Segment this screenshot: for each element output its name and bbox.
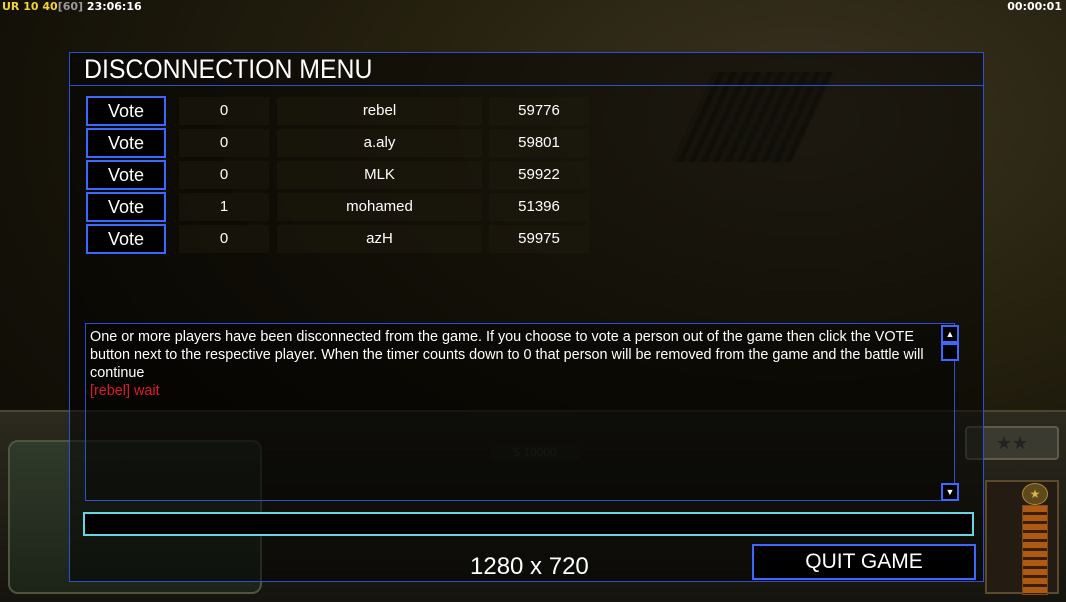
status-prefix: UR bbox=[2, 0, 20, 13]
message-log[interactable]: One or more players have been disconnect… bbox=[85, 323, 955, 501]
scroll-down-icon[interactable]: ▼ bbox=[941, 483, 959, 501]
quit-game-button[interactable]: QUIT GAME bbox=[752, 544, 976, 580]
status-bar-left: UR 10 40[60] 23:06:16 bbox=[2, 0, 142, 13]
player-name: mohamed bbox=[277, 193, 482, 221]
title-divider bbox=[70, 85, 983, 86]
disconnection-dialog: DISCONNECTION MENU Vote 0 rebel 59776 Vo… bbox=[69, 52, 984, 582]
player-timer: 59922 bbox=[489, 161, 589, 189]
disconnect-message: One or more players have been disconnect… bbox=[90, 329, 924, 381]
vote-count: 0 bbox=[179, 129, 269, 157]
vote-count: 0 bbox=[179, 225, 269, 253]
vote-count: 1 bbox=[179, 193, 269, 221]
vote-button[interactable]: Vote bbox=[86, 160, 166, 190]
vote-button[interactable]: Vote bbox=[86, 96, 166, 126]
power-meter bbox=[1022, 505, 1048, 595]
vote-button[interactable]: Vote bbox=[86, 128, 166, 158]
status-clock: 23:06:16 bbox=[86, 0, 142, 13]
message-scrollbar[interactable]: ▲ ▼ bbox=[940, 323, 959, 501]
player-name: a.aly bbox=[277, 129, 482, 157]
medal-icon: ★ bbox=[1022, 483, 1048, 505]
game-timer: 00:00:01 bbox=[1007, 0, 1062, 13]
chat-input[interactable] bbox=[83, 512, 974, 536]
player-timer: 59776 bbox=[489, 97, 589, 125]
resolution-label: 1280 x 720 bbox=[470, 553, 589, 580]
status-bracket: [60] bbox=[57, 0, 84, 13]
scroll-up-icon[interactable]: ▲ bbox=[941, 325, 959, 343]
player-timer: 51396 bbox=[489, 193, 589, 221]
player-timer: 59975 bbox=[489, 225, 589, 253]
vote-count: 0 bbox=[179, 161, 269, 189]
player-name: rebel bbox=[277, 97, 482, 125]
player-timer: 59801 bbox=[489, 129, 589, 157]
player-name: MLK bbox=[277, 161, 482, 189]
chat-message: [rebel] wait bbox=[90, 383, 160, 399]
status-numbers: 10 40 bbox=[23, 0, 58, 13]
vote-button[interactable]: Vote bbox=[86, 224, 166, 254]
vote-count: 0 bbox=[179, 97, 269, 125]
player-name: azH bbox=[277, 225, 482, 253]
message-text: One or more players have been disconnect… bbox=[90, 328, 950, 400]
scroll-thumb[interactable] bbox=[941, 343, 959, 361]
dialog-title: DISCONNECTION MENU bbox=[84, 54, 373, 84]
vote-button[interactable]: Vote bbox=[86, 192, 166, 222]
